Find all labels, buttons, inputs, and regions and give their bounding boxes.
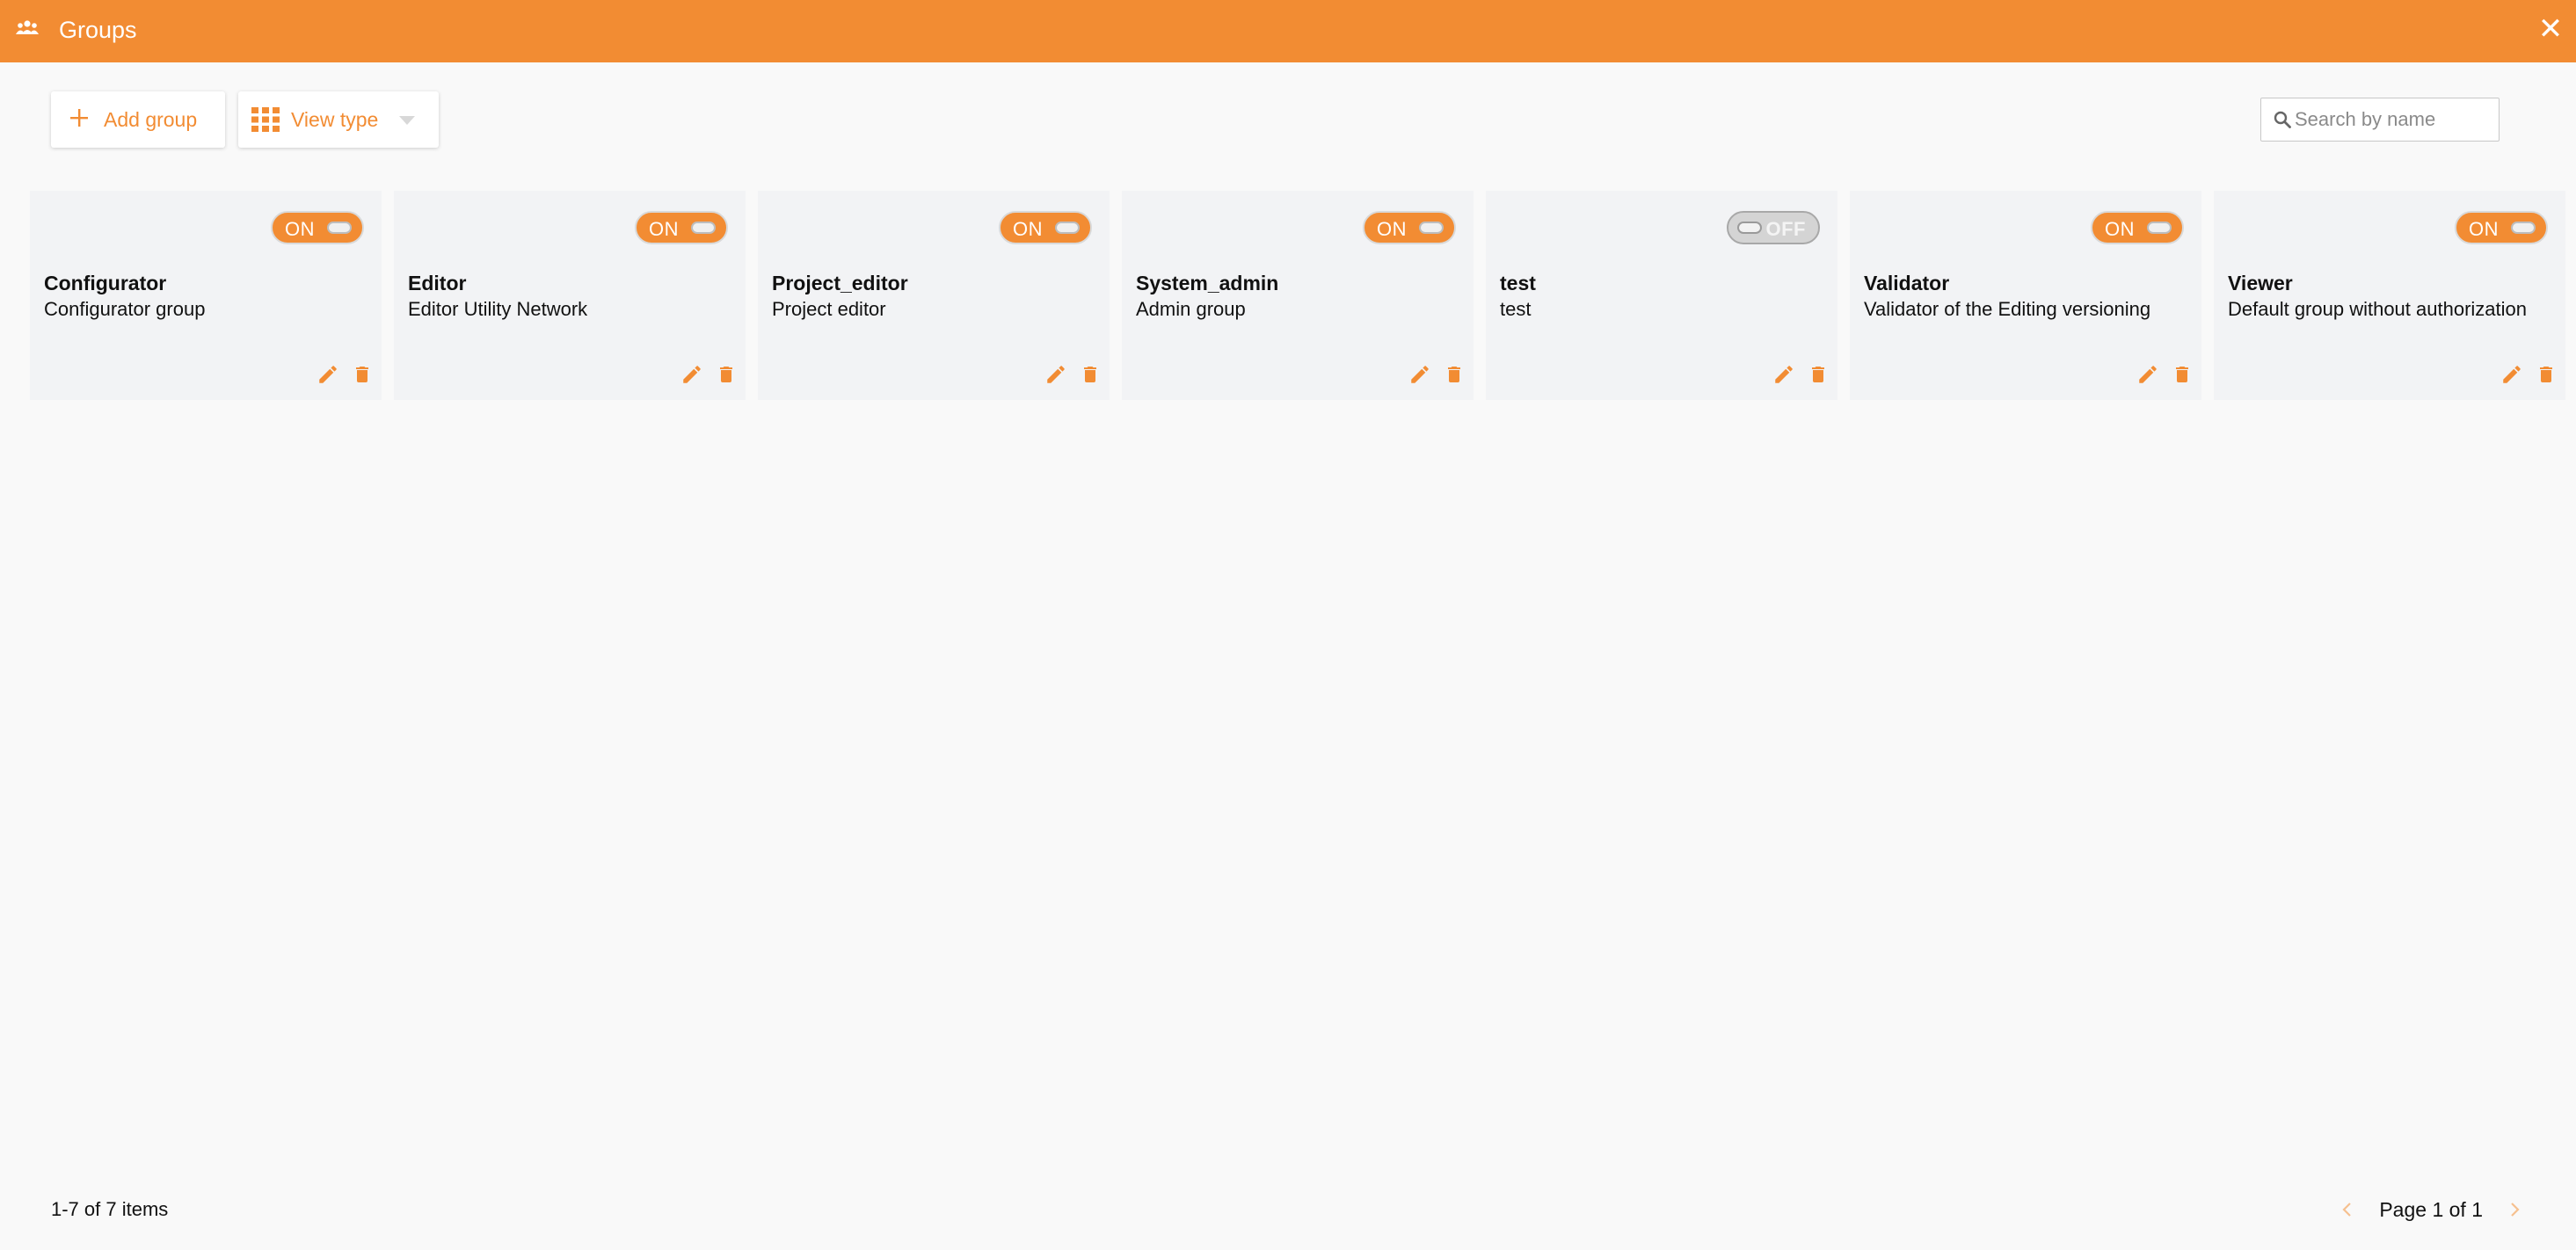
group-name: test	[1500, 272, 1536, 294]
search-icon	[2274, 111, 2291, 128]
toggle-label: ON	[1013, 218, 1043, 240]
chevron-down-icon	[399, 116, 415, 125]
toggle-knob	[691, 222, 716, 234]
group-name: Project_editor	[772, 272, 908, 294]
group-card[interactable]: ON Project_editor Project editor	[758, 191, 1110, 400]
add-group-label: Add group	[104, 108, 198, 131]
trash-icon[interactable]	[2172, 363, 2193, 386]
group-description: Editor Utility Network	[408, 298, 588, 320]
toggle-label: ON	[2105, 218, 2135, 240]
status-toggle[interactable]: ON	[271, 211, 364, 244]
group-name: Editor	[408, 272, 467, 294]
group-card[interactable]: ON System_admin Admin group	[1122, 191, 1474, 400]
group-name: Configurator	[44, 272, 167, 294]
pencil-icon[interactable]	[1772, 363, 1795, 386]
toggle-label: ON	[649, 218, 679, 240]
status-toggle[interactable]: ON	[2091, 211, 2184, 244]
group-card[interactable]: ON Viewer Default group without authoriz…	[2214, 191, 2565, 400]
group-card[interactable]: OFF test test	[1486, 191, 1837, 400]
group-card[interactable]: ON Configurator Configurator group	[30, 191, 382, 400]
status-toggle[interactable]: ON	[1363, 211, 1456, 244]
trash-icon[interactable]	[1080, 363, 1101, 386]
group-description: Configurator group	[44, 298, 206, 320]
group-cards: ON Configurator Configurator group ON Ed…	[30, 191, 2565, 400]
group-name: Viewer	[2228, 272, 2293, 294]
toggle-label: OFF	[1765, 218, 1806, 240]
window-title: Groups	[59, 17, 137, 43]
items-count: 1-7 of 7 items	[51, 1198, 169, 1220]
pencil-icon[interactable]	[1044, 363, 1067, 386]
pencil-icon[interactable]	[317, 363, 339, 386]
trash-icon[interactable]	[352, 363, 373, 386]
group-description: Admin group	[1136, 298, 1246, 320]
trash-icon[interactable]	[1808, 363, 1829, 386]
add-group-button[interactable]: Add group	[51, 91, 225, 148]
search-box[interactable]	[2260, 98, 2500, 142]
chevron-left-icon[interactable]	[2339, 1199, 2356, 1220]
toggle-label: ON	[2469, 218, 2499, 240]
group-card[interactable]: ON Editor Editor Utility Network	[394, 191, 746, 400]
group-description: Default group without authorization	[2228, 298, 2527, 320]
plus-icon	[70, 109, 88, 127]
pencil-icon[interactable]	[2500, 363, 2523, 386]
page-indicator: Page 1 of 1	[2379, 1197, 2483, 1221]
view-type-dropdown[interactable]: View type	[238, 91, 439, 148]
pencil-icon[interactable]	[1408, 363, 1431, 386]
toggle-knob	[1419, 222, 1444, 234]
toggle-knob	[1737, 222, 1762, 234]
grid-view-icon	[251, 107, 280, 132]
group-description: Project editor	[772, 298, 886, 320]
trash-icon[interactable]	[716, 363, 737, 386]
toggle-knob	[2147, 222, 2172, 234]
toggle-label: ON	[285, 218, 315, 240]
group-name: System_admin	[1136, 272, 1279, 294]
pencil-icon[interactable]	[680, 363, 703, 386]
chevron-right-icon[interactable]	[2506, 1199, 2523, 1220]
toggle-knob	[2511, 222, 2536, 234]
toggle-label: ON	[1377, 218, 1407, 240]
status-toggle[interactable]: ON	[635, 211, 728, 244]
status-toggle[interactable]: ON	[999, 211, 1092, 244]
status-toggle[interactable]: OFF	[1727, 211, 1820, 244]
trash-icon[interactable]	[1444, 363, 1465, 386]
close-icon[interactable]: ✕	[2537, 14, 2564, 44]
pagination: Page 1 of 1	[2339, 1194, 2523, 1225]
pencil-icon[interactable]	[2136, 363, 2159, 386]
title-bar: Groups ✕	[0, 0, 2576, 62]
group-description: Validator of the Editing versioning	[1864, 298, 2151, 320]
trash-icon[interactable]	[2536, 363, 2557, 386]
group-card[interactable]: ON Validator Validator of the Editing ve…	[1850, 191, 2201, 400]
groups-window: Groups ✕ Add group View type Search by n…	[0, 0, 2576, 1250]
toggle-knob	[1055, 222, 1080, 234]
search-input[interactable]	[2295, 105, 2493, 134]
group-name: Validator	[1864, 272, 1950, 294]
view-type-label: View type	[291, 108, 379, 131]
status-toggle[interactable]: ON	[2455, 211, 2548, 244]
users-icon	[16, 20, 39, 34]
group-description: test	[1500, 298, 1532, 320]
toggle-knob	[327, 222, 352, 234]
